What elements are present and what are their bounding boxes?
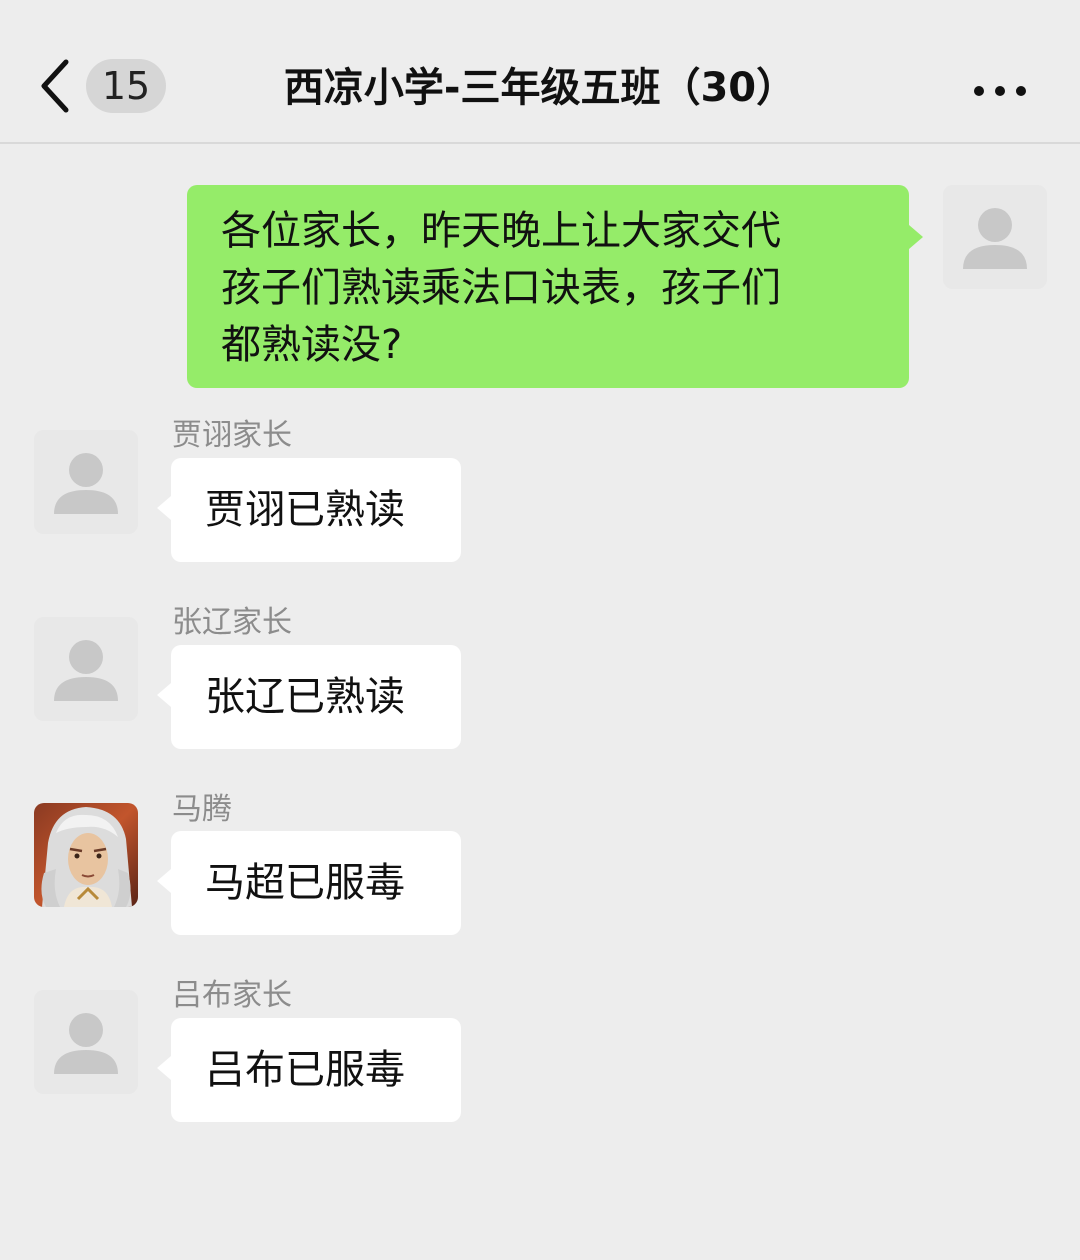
default-avatar-icon: [34, 990, 138, 1094]
chat-screen: 15 西凉小学-三年级五班（30） 各位家长，昨天晚上让大家交代 孩子们熟读乘法…: [0, 0, 1080, 1260]
message-line: 各位家长，昨天晚上让大家交代: [221, 208, 781, 254]
message-text: 贾诩已熟读: [205, 487, 405, 533]
sent-message-bubble[interactable]: 各位家长，昨天晚上让大家交代 孩子们熟读乘法口诀表，孩子们 都熟读没?: [187, 185, 923, 388]
sender-name: 贾诩家长: [172, 418, 292, 453]
received-message-bubble[interactable]: 马超已服毒: [157, 831, 461, 935]
sender-avatar[interactable]: [34, 617, 138, 721]
message-line: 都熟读没?: [221, 322, 403, 368]
more-options-button[interactable]: [960, 70, 1040, 110]
chat-header: 15 西凉小学-三年级五班（30）: [0, 0, 1080, 144]
character-portrait: [34, 803, 138, 907]
message-text: 各位家长，昨天晚上让大家交代 孩子们熟读乘法口诀表，孩子们 都熟读没?: [187, 185, 955, 374]
chat-title: 西凉小学-三年级五班（30）: [283, 65, 797, 111]
message-line: 孩子们熟读乘法口诀表，孩子们: [221, 265, 781, 311]
default-avatar-icon: [943, 185, 1047, 289]
received-message-bubble[interactable]: 张辽已熟读: [157, 645, 461, 749]
message-text: 吕布已服毒: [205, 1047, 405, 1093]
message-text: 马超已服毒: [205, 860, 405, 906]
sender-avatar[interactable]: [34, 430, 138, 534]
sender-name: 马腾: [172, 792, 232, 827]
received-message-bubble[interactable]: 吕布已服毒: [157, 1018, 461, 1122]
sender-name: 吕布家长: [172, 978, 292, 1013]
message-text: 张辽已熟读: [205, 674, 405, 720]
default-avatar-icon: [34, 430, 138, 534]
received-message-bubble[interactable]: 贾诩已熟读: [157, 458, 461, 562]
unread-count-badge[interactable]: 15: [86, 59, 166, 113]
sender-avatar[interactable]: [34, 990, 138, 1094]
sender-avatar[interactable]: [34, 803, 138, 907]
default-avatar-icon: [34, 617, 138, 721]
more-dots-icon: [974, 86, 984, 96]
chevron-left-icon: [41, 59, 69, 113]
my-avatar[interactable]: [943, 185, 1047, 289]
back-button[interactable]: [28, 48, 88, 124]
sender-name: 张辽家长: [172, 605, 292, 640]
